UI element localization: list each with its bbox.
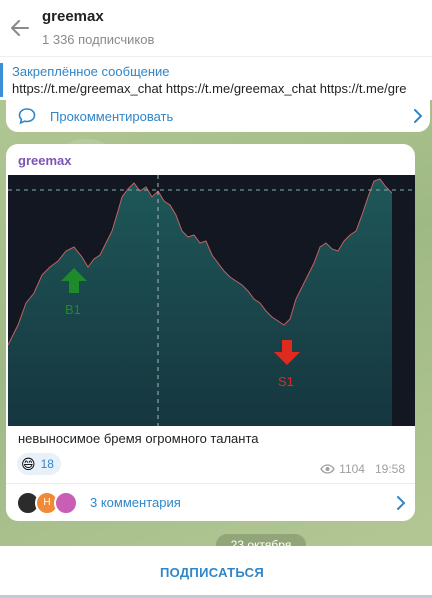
comments-label: 3 комментария [90, 495, 181, 510]
comment-label: Прокомментировать [50, 108, 174, 124]
pinned-text: https://t.me/greemax_chat https://t.me/g… [12, 81, 407, 96]
reaction-count: 18 [40, 457, 54, 471]
label-s1: S1 [278, 374, 294, 389]
subscriber-count: 1 336 подписчиков [42, 31, 155, 47]
avatar [54, 490, 78, 515]
avatar-letter: H [43, 496, 51, 508]
reaction-emoji: 😄 [21, 455, 36, 472]
post-caption: невыносимое бремя огромного таланта [18, 431, 259, 446]
post-meta: 1104 19:58 [320, 462, 405, 476]
chart-image[interactable]: B1 S1 [7, 175, 415, 426]
price-chart-svg: B1 S1 [7, 175, 415, 426]
reaction-button[interactable]: 😄 18 [17, 453, 61, 475]
channel-header[interactable]: greemax 1 336 подписчиков [0, 0, 432, 56]
chevron-right-icon [414, 109, 423, 128]
subscribe-bar[interactable]: ПОДПИСАТЬСЯ [0, 546, 432, 598]
back-arrow-icon[interactable] [0, 0, 40, 56]
eye-icon [320, 464, 335, 474]
subscribe-button[interactable]: ПОДПИСАТЬСЯ [160, 565, 264, 580]
chevron-right-icon [397, 496, 406, 515]
view-count: 1104 [339, 462, 365, 476]
post-bubble: greemax B1 S1 невыносимое бремя огромног [6, 144, 415, 521]
comment-bubble-icon [18, 107, 36, 125]
post-time: 19:58 [374, 462, 405, 476]
previous-post-comment-button[interactable]: Прокомментировать [6, 100, 430, 132]
pinned-title: Закреплённое сообщение [12, 64, 170, 79]
post-author[interactable]: greemax [18, 153, 71, 168]
comments-button[interactable]: H 3 комментария [6, 484, 415, 521]
channel-title: greemax [42, 7, 104, 25]
commenter-avatars: H [16, 490, 82, 515]
pinned-indicator [0, 63, 3, 97]
label-b1: B1 [65, 302, 81, 317]
pinned-message[interactable]: Закреплённое сообщение https://t.me/gree… [0, 56, 432, 100]
